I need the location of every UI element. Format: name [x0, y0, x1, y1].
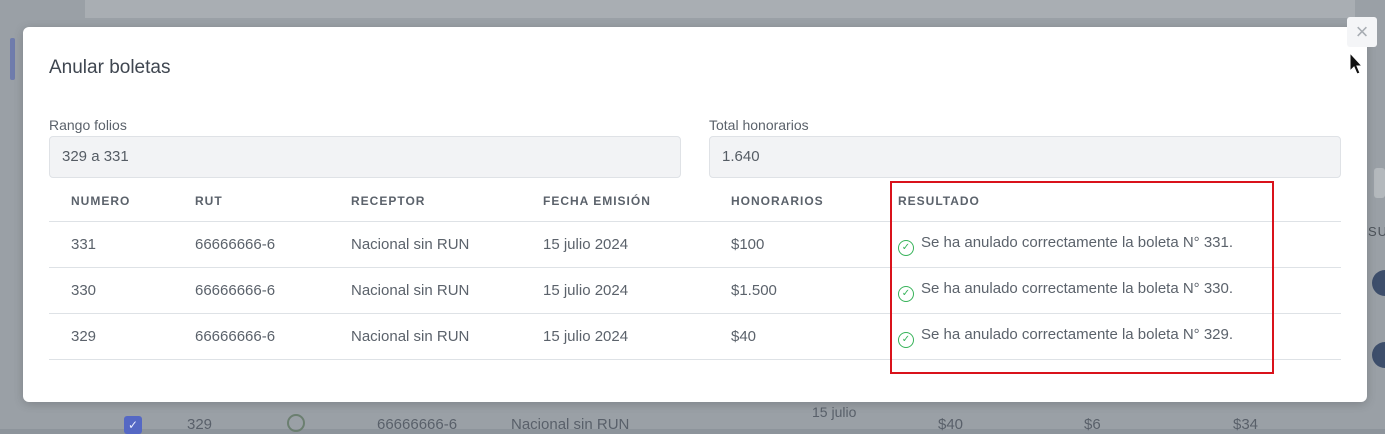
background-cell-honorarios: $40: [938, 416, 964, 433]
cell-honorarios: $100: [709, 221, 876, 268]
header-honorarios: HONORARIOS: [709, 181, 876, 222]
check-circle-icon: ✓: [898, 331, 914, 348]
cell-resultado: ✓ Se ha anulado correctamente la boleta N…: [876, 313, 1341, 360]
range-field[interactable]: 329 a 331: [49, 136, 681, 178]
background-row-checkbox: ✓: [124, 416, 142, 434]
close-button[interactable]: ×: [1347, 17, 1377, 47]
cell-numero: 330: [49, 267, 173, 314]
background-control: [1374, 168, 1385, 198]
background-cell-liquido: $34: [1233, 416, 1259, 433]
cell-rut: 66666666-6: [173, 267, 329, 314]
background-cell-numero: 329: [187, 416, 213, 433]
modal-title: Anular boletas: [49, 57, 171, 78]
background-cell-receptor: Nacional sin RUN: [511, 416, 630, 433]
result-message: Se ha anulado correctamente la boleta N°…: [921, 279, 1234, 297]
table-row: 331 66666666-6 Nacional sin RUN 15 julio…: [49, 221, 1341, 268]
result-message: Se ha anulado correctamente la boleta N°…: [921, 325, 1234, 343]
result-message: Se ha anulado correctamente la boleta N°…: [921, 233, 1234, 251]
background-header: [85, 0, 1355, 18]
header-receptor: RECEPTOR: [329, 181, 521, 222]
total-field[interactable]: 1.640: [709, 136, 1341, 178]
cell-fecha: 15 julio 2024: [521, 267, 709, 314]
table-header-row: NUMERO RUT RECEPTOR FECHA EMISIÓN HONORA…: [49, 181, 1341, 222]
table-row: 330 66666666-6 Nacional sin RUN 15 julio…: [49, 267, 1341, 314]
cell-fecha: 15 julio 2024: [521, 221, 709, 268]
background-avatar: [1372, 270, 1385, 296]
background-avatar: [1372, 342, 1385, 368]
total-label: Total honorarios: [709, 117, 809, 133]
mouse-cursor-icon: [1349, 52, 1363, 75]
table-row: 329 66666666-6 Nacional sin RUN 15 julio…: [49, 313, 1341, 360]
cell-rut: 66666666-6: [173, 221, 329, 268]
header-numero: NUMERO: [49, 181, 173, 222]
anular-boletas-modal: Anular boletas Rango folios 329 a 331 To…: [23, 27, 1367, 402]
header-resultado: RESULTADO: [876, 181, 1341, 222]
background-column-header: SU: [1368, 224, 1385, 239]
cell-numero: 331: [49, 221, 173, 268]
check-circle-icon: ✓: [898, 285, 914, 302]
cell-receptor: Nacional sin RUN: [329, 267, 521, 314]
cell-fecha: 15 julio 2024: [521, 313, 709, 360]
background-table-row: 329 66666666-6 Nacional sin RUN $40 $6 $…: [0, 402, 1385, 433]
cell-numero: 329: [49, 313, 173, 360]
background-cell-rut: 66666666-6: [377, 416, 458, 433]
close-icon[interactable]: ×: [1356, 19, 1369, 44]
cell-resultado: ✓ Se ha anulado correctamente la boleta N…: [876, 221, 1341, 268]
cell-resultado: ✓ Se ha anulado correctamente la boleta N…: [876, 267, 1341, 314]
cell-rut: 66666666-6: [173, 313, 329, 360]
cell-honorarios: $1.500: [709, 267, 876, 314]
cell-receptor: Nacional sin RUN: [329, 313, 521, 360]
check-circle-icon: ✓: [898, 239, 914, 256]
background-cell-fecha: 15 julio: [812, 404, 857, 420]
cell-honorarios: $40: [709, 313, 876, 360]
header-rut: RUT: [173, 181, 329, 222]
range-label: Rango folios: [49, 117, 127, 133]
header-fecha-emision: FECHA EMISIÓN: [521, 181, 709, 222]
results-table: NUMERO RUT RECEPTOR FECHA EMISIÓN HONORA…: [49, 181, 1341, 360]
background-status-icon: [287, 414, 305, 432]
background-cell-retencion: $6: [1084, 416, 1101, 433]
cell-receptor: Nacional sin RUN: [329, 221, 521, 268]
background-sidebar-indicator: [10, 38, 15, 80]
